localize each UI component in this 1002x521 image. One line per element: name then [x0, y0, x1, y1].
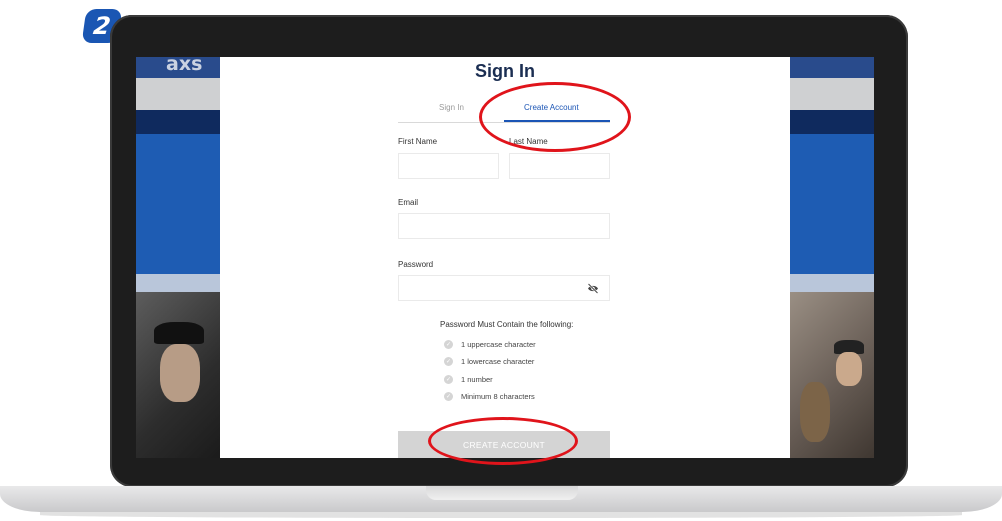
first-name-label: First Name — [398, 137, 438, 146]
check-circle-icon: ✓ — [444, 357, 453, 366]
email-field[interactable] — [398, 213, 610, 239]
check-circle-icon: ✓ — [444, 340, 453, 349]
laptop-notch — [426, 486, 578, 500]
requirement-text: 1 lowercase character — [461, 357, 535, 366]
highlight-ring-create-account-button — [428, 417, 578, 465]
email-label: Email — [398, 198, 419, 207]
laptop-shadow — [40, 512, 962, 518]
requirement-item: ✓ 1 number — [444, 375, 493, 384]
requirement-text: 1 number — [461, 375, 493, 384]
last-name-field[interactable] — [509, 153, 610, 179]
tab-sign-in[interactable]: Sign In — [439, 103, 464, 112]
artist-photo-right — [790, 292, 874, 458]
requirement-text: Minimum 8 characters — [461, 392, 535, 401]
requirement-item: ✓ Minimum 8 characters — [444, 392, 535, 401]
check-circle-icon: ✓ — [444, 392, 453, 401]
password-field[interactable] — [398, 275, 610, 301]
eye-slash-icon[interactable] — [587, 283, 599, 294]
requirement-item: ✓ 1 uppercase character — [444, 340, 536, 349]
requirement-text: 1 uppercase character — [461, 340, 536, 349]
site-logo[interactable]: axs — [166, 57, 202, 75]
first-name-field[interactable] — [398, 153, 499, 179]
requirement-item: ✓ 1 lowercase character — [444, 357, 534, 366]
modal-title: Sign In — [475, 61, 535, 81]
artist-photo-left — [136, 292, 220, 458]
password-requirements-title: Password Must Contain the following: — [440, 320, 574, 329]
highlight-ring-create-account-tab — [479, 82, 631, 152]
check-circle-icon: ✓ — [444, 375, 453, 384]
password-label: Password — [398, 260, 434, 269]
